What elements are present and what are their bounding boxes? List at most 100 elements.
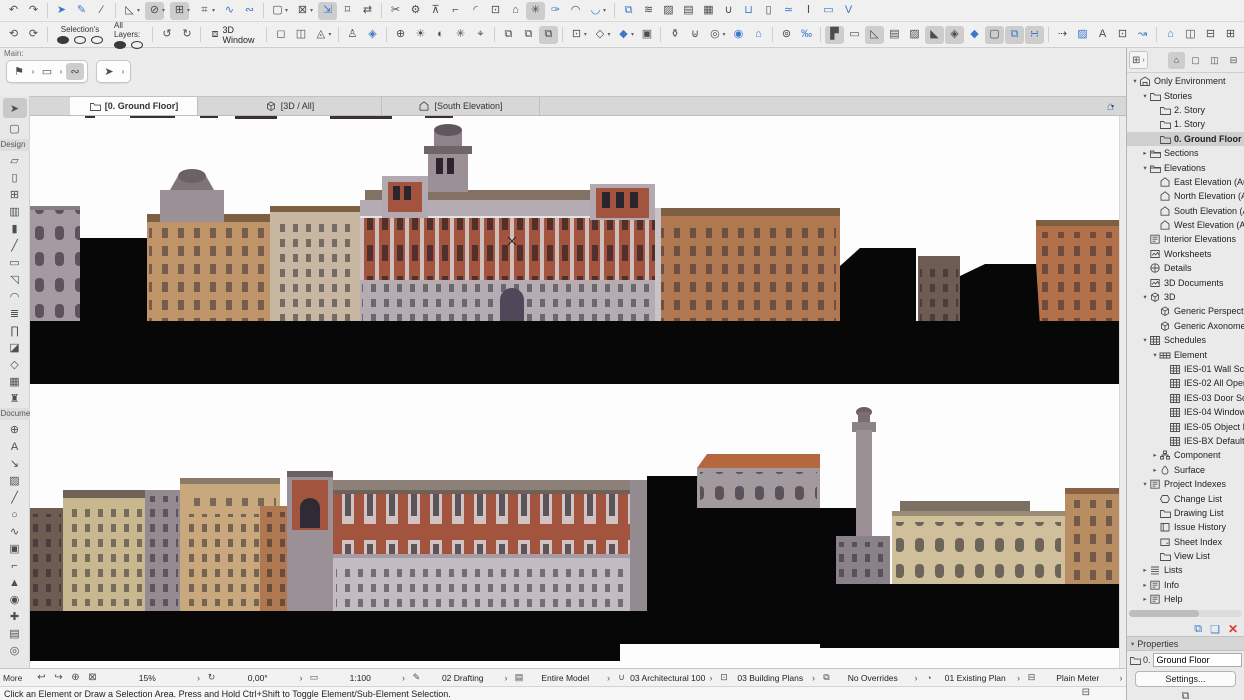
- mesh-acc-icon[interactable]: ▦: [699, 2, 718, 20]
- dimension-box-icon[interactable]: ⌑: [338, 2, 357, 20]
- cloud-lock-icon[interactable]: ◠: [566, 2, 585, 20]
- drawing-tool[interactable]: ▣: [3, 540, 27, 557]
- navigator-item-3d-documents[interactable]: 3D Documents: [1127, 275, 1244, 289]
- navigator-item-drawing-list[interactable]: Drawing List: [1127, 506, 1244, 520]
- mesh-tool[interactable]: ▦: [3, 373, 27, 390]
- layers-blue-icon[interactable]: ⧉: [1005, 26, 1024, 44]
- origin-icon[interactable]: ⌖: [471, 26, 490, 44]
- navigator-item-ies-02-all-oper[interactable]: IES-02 All Oper: [1127, 376, 1244, 390]
- paint-icon[interactable]: ✑: [546, 2, 565, 20]
- navigator-item-interior-elevations[interactable]: Interior Elevations: [1127, 232, 1244, 246]
- elevation-tool[interactable]: ▲: [3, 574, 27, 591]
- elevate-icon[interactable]: ⊼: [426, 2, 445, 20]
- graphic-override-control[interactable]: ⧉No Overrides›: [819, 672, 922, 683]
- book-icon[interactable]: ◫: [1181, 26, 1200, 44]
- close-panel-icon[interactable]: ✕: [1228, 622, 1238, 636]
- tree-down-arrow-icon[interactable]: ▾: [1151, 351, 1159, 359]
- paste-active-icon[interactable]: ⧉: [539, 26, 558, 44]
- diamond-blue-icon[interactable]: ◆: [965, 26, 984, 44]
- camera-home-icon[interactable]: ⌂: [749, 26, 768, 44]
- keyboard-icon[interactable]: ▭: [819, 2, 838, 20]
- column2-icon[interactable]: ▯: [759, 2, 778, 20]
- zoom-back-icon[interactable]: ↩: [33, 672, 50, 683]
- column-u-icon[interactable]: ∪: [719, 2, 738, 20]
- eye-icon[interactable]: [114, 41, 126, 49]
- dropdown-caret-icon[interactable]: ▾: [328, 31, 334, 38]
- drag-icon[interactable]: ⇲: [318, 2, 337, 20]
- box-view-icon[interactable]: ◻: [271, 26, 290, 44]
- navigator-item-stories[interactable]: ▾Stories: [1127, 88, 1244, 102]
- navigator-item-component[interactable]: ▸Component: [1127, 448, 1244, 462]
- navigator-item-generic-perspecti[interactable]: Generic Perspecti: [1127, 304, 1244, 318]
- north-icon[interactable]: ✳: [451, 26, 470, 44]
- renovation-filter-control[interactable]: ◔01 Existing Plan›: [921, 673, 1024, 683]
- redo-small-icon[interactable]: ↻: [177, 26, 196, 44]
- navigator-item-east-elevation-au[interactable]: East Elevation (Au: [1127, 175, 1244, 189]
- box-edges-icon[interactable]: ◫: [291, 26, 310, 44]
- navigator-item-element[interactable]: ▾Element: [1127, 347, 1244, 361]
- display-icon[interactable]: ⊟: [1201, 26, 1220, 44]
- canvas-vertical-scrollbar[interactable]: [1119, 116, 1126, 668]
- zone-tool[interactable]: ◇: [3, 356, 27, 373]
- pen-set-control[interactable]: ✎02 Drafting›: [409, 672, 512, 683]
- wall-acc-icon[interactable]: ⧉: [619, 2, 638, 20]
- select-magnet-icon[interactable]: ➤: [52, 2, 71, 20]
- chevron-icon[interactable]: ›: [119, 67, 127, 76]
- dropdown-caret-icon[interactable]: ▾: [212, 7, 219, 14]
- polyline-tool[interactable]: ∿: [3, 523, 27, 540]
- layer-combination-control[interactable]: ⊡03 Building Plans›: [716, 672, 819, 683]
- figure-icon[interactable]: ▣: [637, 26, 656, 44]
- navigator-item-surface[interactable]: ▸Surface: [1127, 463, 1244, 477]
- hatch2-icon[interactable]: ▨: [905, 26, 924, 44]
- model-canvas[interactable]: [30, 116, 1126, 668]
- dropdown-caret-icon[interactable]: ▾: [584, 31, 590, 38]
- tree-down-arrow-icon[interactable]: ▾: [1141, 480, 1149, 488]
- navigator-item-worksheets[interactable]: Worksheets: [1127, 247, 1244, 261]
- tree-right-arrow-icon[interactable]: ▸: [1141, 566, 1149, 574]
- chevron-icon[interactable]: ›: [296, 673, 306, 683]
- tree-down-arrow-icon[interactable]: ▾: [1141, 293, 1149, 301]
- flag-tool-icon[interactable]: ⚑: [10, 63, 28, 80]
- chevron-icon[interactable]: ›: [604, 673, 614, 683]
- navigator-item-2-story[interactable]: 2. Story: [1127, 103, 1244, 117]
- 3dwindow-button[interactable]: ⧈3D Window: [205, 23, 262, 47]
- walk-icon[interactable]: ♙: [343, 26, 362, 44]
- detail-tool[interactable]: ◉: [3, 591, 27, 608]
- mug-icon[interactable]: ⊍: [685, 26, 704, 44]
- tree-down-arrow-icon[interactable]: ▾: [1131, 77, 1139, 85]
- navigator-item-sheet-index[interactable]: Sheet Index: [1127, 535, 1244, 549]
- dimension-tool[interactable]: ⊕: [3, 421, 27, 438]
- va-icon[interactable]: V: [839, 2, 858, 20]
- split-icon[interactable]: ✂: [386, 2, 405, 20]
- tree-down-arrow-icon[interactable]: ▾: [1141, 164, 1149, 172]
- trapezoid-icon[interactable]: ◺: [865, 26, 884, 44]
- story-name-input[interactable]: [1153, 653, 1242, 667]
- navigator-item-sections[interactable]: ▸Sections: [1127, 146, 1244, 160]
- hatch1-icon[interactable]: ▤: [885, 26, 904, 44]
- new-window-icon[interactable]: ❏: [1210, 623, 1220, 636]
- navigator-item-help[interactable]: ▸Help: [1127, 592, 1244, 606]
- wall-tool[interactable]: ▱: [3, 152, 27, 169]
- zoom-forward-icon[interactable]: ↪: [50, 672, 67, 683]
- beam-acc-icon[interactable]: ≃: [779, 2, 798, 20]
- tabbed-windows-icon[interactable]: ⧉: [1127, 690, 1244, 700]
- lasso-tool-icon[interactable]: ∾: [66, 63, 84, 80]
- dimension-style-control[interactable]: ∪03 Architectural 100›: [614, 672, 717, 683]
- line-tool[interactable]: ╱: [3, 489, 27, 506]
- dropdown-caret-icon[interactable]: ▾: [187, 7, 194, 14]
- view-map-tab[interactable]: ▢: [1187, 52, 1204, 69]
- navigator-item-project-indexes[interactable]: ▾Project Indexes: [1127, 477, 1244, 491]
- sun-icon[interactable]: ☀: [411, 26, 430, 44]
- ibeam-icon[interactable]: Ⅰ: [799, 2, 818, 20]
- tree-down-arrow-icon[interactable]: ▾: [1141, 336, 1149, 344]
- blank-rect-icon[interactable]: ▭: [845, 26, 864, 44]
- worksheet-tool[interactable]: ▤: [3, 625, 27, 642]
- undo-icon[interactable]: ↶: [4, 2, 23, 20]
- orientation-control[interactable]: ↻0,00°›: [204, 672, 307, 683]
- marquee-tool[interactable]: ▢: [3, 118, 27, 138]
- frame-tool-icon[interactable]: ▭: [38, 63, 56, 80]
- tab--south-elevation-[interactable]: [South Elevation]: [382, 97, 540, 115]
- fillet-icon[interactable]: ◜: [466, 2, 485, 20]
- chevron-icon[interactable]: ›: [911, 673, 921, 683]
- scale-control[interactable]: ▭1:100›: [306, 672, 409, 683]
